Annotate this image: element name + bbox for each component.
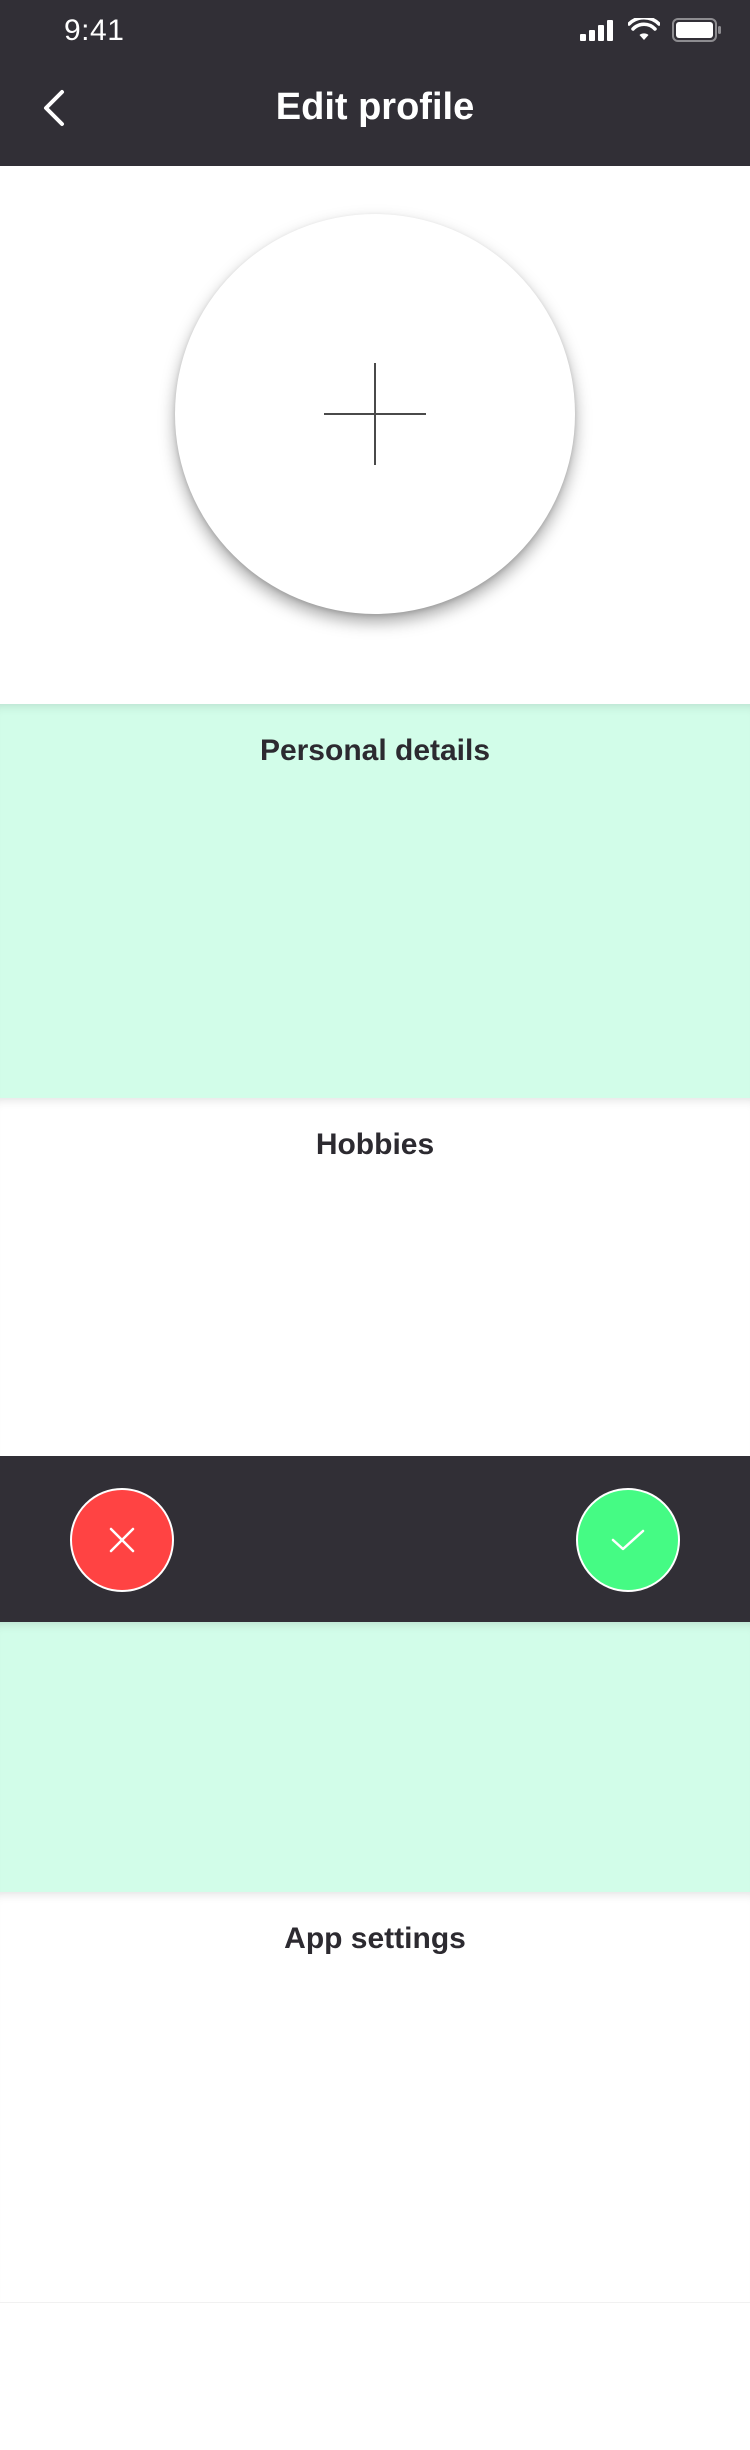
add-photo-button[interactable] xyxy=(175,214,575,614)
signal-icon xyxy=(580,20,613,41)
hobbies-section: Hobbies xyxy=(0,1098,750,1456)
confirm-button[interactable] xyxy=(576,1488,680,1592)
cancel-button[interactable] xyxy=(70,1488,174,1592)
avatar-area xyxy=(0,166,750,704)
mint-section xyxy=(0,1622,750,1892)
section-title-personal-details: Personal details xyxy=(259,734,491,767)
wifi-icon xyxy=(628,18,660,40)
app-settings-section: App settings xyxy=(0,1892,750,2302)
personal-details-section: Personal details xyxy=(0,704,750,1098)
section-title-hobbies: Hobbies xyxy=(315,1128,435,1161)
edit-profile-screen: 9:41 Edit profile Personal details Hobbi… xyxy=(0,0,750,2450)
status-time: 9:41 xyxy=(64,14,125,47)
plus-icon xyxy=(324,363,426,465)
page-title: Edit profile xyxy=(275,86,475,128)
bottom-area xyxy=(0,2302,750,2450)
status-icons xyxy=(580,16,722,44)
close-icon xyxy=(109,1527,135,1553)
battery-icon xyxy=(672,18,721,42)
check-icon xyxy=(611,1529,645,1551)
section-title-app-settings: App settings xyxy=(284,1922,466,1955)
app-header: 9:41 Edit profile xyxy=(0,0,750,166)
action-bar xyxy=(0,1456,750,1622)
